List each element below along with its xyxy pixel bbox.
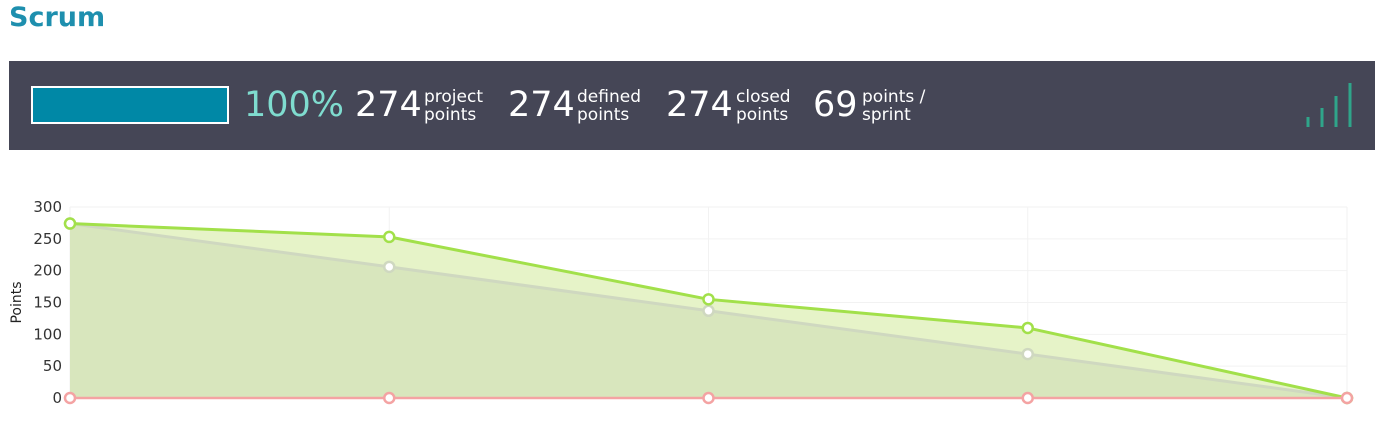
burndown-chart-svg: 0 50 100 150 200 250 300 Points — [9, 198, 1354, 407]
progress-percent: 100% — [244, 85, 345, 125]
y-tick-label: 0 — [52, 389, 62, 407]
stat-value: 274 — [508, 85, 575, 125]
stat-label: points / sprint — [862, 88, 925, 124]
stat-label-line: defined — [577, 87, 641, 107]
stat-label-line: points — [424, 105, 477, 125]
y-tick-label: 100 — [33, 325, 62, 343]
progress-bar-fill — [33, 88, 227, 122]
burndown-chart: 0 50 100 150 200 250 300 Points — [0, 186, 1392, 416]
data-point-ideal — [702, 304, 715, 318]
data-point-actual — [702, 293, 715, 306]
stat-value: 274 — [355, 85, 422, 125]
stat-label-line: points / — [862, 87, 926, 107]
stat-label-line: closed — [736, 87, 791, 107]
data-point-actual — [63, 217, 77, 230]
y-axis-label: Points — [9, 281, 25, 323]
progress-bar — [31, 86, 229, 124]
data-point-actual — [383, 230, 396, 244]
stat-value: 69 — [813, 85, 858, 125]
page-title: Scrum — [9, 2, 106, 33]
data-point-zero — [702, 391, 715, 405]
data-point-zero — [383, 391, 396, 405]
data-point-zero — [1340, 391, 1354, 405]
y-tick-label: 200 — [33, 262, 62, 280]
stat-label: project points — [424, 88, 483, 124]
stat-label-line: sprint — [862, 105, 911, 125]
data-point-ideal — [1021, 347, 1034, 361]
y-tick-label: 50 — [43, 357, 62, 375]
stat-label-line: points — [736, 105, 789, 125]
data-point-actual — [1021, 321, 1034, 335]
y-tick-label: 300 — [33, 198, 62, 216]
stat-label-line: points — [577, 105, 630, 125]
stat-label-line: project — [424, 87, 484, 107]
data-point-zero — [1021, 391, 1034, 405]
data-point-ideal — [383, 260, 396, 274]
stat-value: 274 — [666, 85, 733, 125]
y-tick-label: 250 — [33, 230, 62, 248]
data-point-zero — [63, 391, 77, 405]
stat-label: closed points — [736, 88, 791, 124]
bar-chart-icon[interactable] — [1305, 81, 1355, 127]
y-tick-label: 150 — [33, 294, 62, 312]
summary-bar: 100% 274 project points 274 defined poin… — [9, 61, 1375, 150]
stat-label: defined points — [577, 88, 641, 124]
